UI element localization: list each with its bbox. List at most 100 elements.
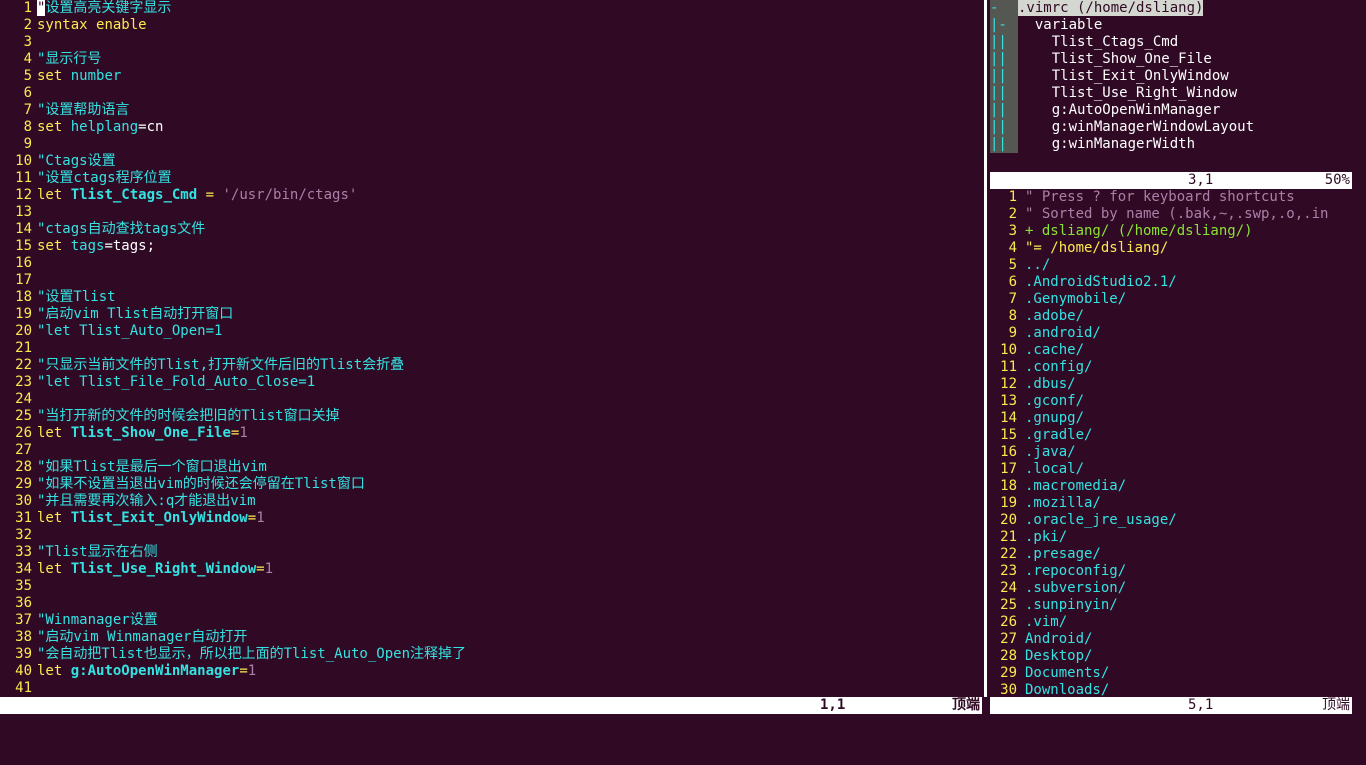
- code-line[interactable]: 14 "ctags自动查找tags文件: [0, 221, 205, 238]
- taglist-item[interactable]: || g:winManagerWidth: [990, 136, 1195, 153]
- filelist-item[interactable]: 11 .config/: [990, 359, 1092, 376]
- filelist-item[interactable]: 3 + dsliang/ (/home/dsliang/): [990, 223, 1253, 240]
- code-line[interactable]: 7 "设置帮助语言: [0, 102, 130, 119]
- filelist-item[interactable]: 30 Downloads/: [990, 682, 1109, 697]
- taglist-item[interactable]: || Tlist_Ctags_Cmd: [990, 34, 1178, 51]
- code-line[interactable]: 2 syntax enable: [0, 17, 147, 34]
- code-line[interactable]: 6: [0, 85, 37, 102]
- code-token: "Tlist显示在右侧: [37, 544, 158, 560]
- taglist-item-label: Tlist_Ctags_Cmd: [1018, 34, 1179, 50]
- filelist-item[interactable]: 5 ../: [990, 257, 1051, 274]
- code-line[interactable]: 35: [0, 578, 37, 595]
- code-line[interactable]: 39 "会自动把Tlist也显示，所以把上面的Tlist_Auto_Open注释掉…: [0, 646, 466, 663]
- filelist-item[interactable]: 1 " Press ? for keyboard shortcuts: [990, 189, 1295, 206]
- taglist-item[interactable]: || g:winManagerWindowLayout: [990, 119, 1254, 136]
- code-line[interactable]: 5 set number: [0, 68, 122, 85]
- filelist-item[interactable]: 16 .java/: [990, 444, 1075, 461]
- line-number: 31: [15, 510, 32, 526]
- line-number: 5: [23, 68, 32, 84]
- filelist-item[interactable]: 23 .repoconfig/: [990, 563, 1126, 580]
- code-line[interactable]: 16: [0, 255, 37, 272]
- filelist-item[interactable]: 25 .sunpinyin/: [990, 597, 1118, 614]
- line-number: 41: [15, 680, 32, 696]
- code-line[interactable]: 18 "设置Tlist: [0, 289, 115, 306]
- line-number: 30: [15, 493, 32, 509]
- filelist-item[interactable]: 24 .subversion/: [990, 580, 1126, 597]
- line-number: 32: [15, 527, 32, 543]
- filelist-item[interactable]: 10 .cache/: [990, 342, 1084, 359]
- filelist-item[interactable]: 6 .AndroidStudio2.1/: [990, 274, 1177, 291]
- code-line[interactable]: 40 let g:AutoOpenWinManager=1: [0, 663, 256, 680]
- code-line[interactable]: 37 "Winmanager设置: [0, 612, 158, 629]
- code-line[interactable]: 21: [0, 340, 37, 357]
- code-line[interactable]: 36: [0, 595, 37, 612]
- code-line[interactable]: 23 "let Tlist_File_Fold_Auto_Close=1: [0, 374, 315, 391]
- filelist-item[interactable]: 7 .Genymobile/: [990, 291, 1127, 308]
- code-line[interactable]: 31 let Tlist_Exit_OnlyWindow=1: [0, 510, 264, 527]
- filelist-item[interactable]: 22 .presage/: [990, 546, 1101, 563]
- code-line[interactable]: 32: [0, 527, 37, 544]
- taglist-item[interactable]: || Tlist_Show_One_File: [990, 51, 1212, 68]
- code-line[interactable]: 15 set tags=tags;: [0, 238, 155, 255]
- filelist-item[interactable]: 29 Documents/: [990, 665, 1109, 682]
- code-line[interactable]: 8 set helplang=cn: [0, 119, 164, 136]
- command-line[interactable]: [0, 714, 1366, 744]
- code-line[interactable]: 4 "显示行号: [0, 51, 102, 68]
- code-line[interactable]: 25 "当打开新的文件的时候会把旧的Tlist窗口关掉: [0, 408, 339, 425]
- filelist-item-label: .AndroidStudio2.1/: [1025, 274, 1177, 290]
- vertical-split-divider[interactable]: [982, 0, 990, 697]
- code-line[interactable]: 24: [0, 391, 37, 408]
- code-token: Tlist_Ctags_Cmd: [70, 187, 198, 203]
- taglist-item[interactable]: || g:AutoOpenWinManager: [990, 102, 1220, 119]
- code-line[interactable]: 29 "如果不设置当退出vim的时候还会停留在Tlist窗口: [0, 476, 365, 493]
- code-line[interactable]: 13: [0, 204, 37, 221]
- filelist-item[interactable]: 19 .mozilla/: [990, 495, 1101, 512]
- filelist-item[interactable]: 15 .gradle/: [990, 427, 1092, 444]
- code-line[interactable]: 12 let Tlist_Ctags_Cmd = '/usr/bin/ctags': [0, 187, 357, 204]
- code-line[interactable]: 28 "如果Tlist是最后一个窗口退出vim: [0, 459, 267, 476]
- code-line[interactable]: 34 let Tlist_Use_Right_Window=1: [0, 561, 273, 578]
- taglist-pane[interactable]: - .vimrc (/home/dsliang) |- variable || Tl…: [990, 0, 1366, 172]
- fold-column: ||: [990, 119, 1018, 136]
- code-line[interactable]: 33 "Tlist显示在右侧: [0, 544, 158, 561]
- code-line[interactable]: 20 "let Tlist_Auto_Open=1: [0, 323, 222, 340]
- code-line[interactable]: 3: [0, 34, 37, 51]
- taglist-item[interactable]: || Tlist_Exit_OnlyWindow: [990, 68, 1229, 85]
- code-line[interactable]: 9: [0, 136, 37, 153]
- editor-pane-vimrc[interactable]: 1 "设置高亮关键字显示 2 syntax enable 3 4 "显示行号 5 set num…: [0, 0, 982, 697]
- code-line[interactable]: 10 "Ctags设置: [0, 153, 115, 170]
- filelist-item[interactable]: 18 .macromedia/: [990, 478, 1126, 495]
- filelist-item[interactable]: 20 .oracle_jre_usage/: [990, 512, 1177, 529]
- filelist-statusline: [File List] 5,1 顶端: [990, 697, 1352, 730]
- code-line[interactable]: 22 "只显示当前文件的Tlist,打开新文件后旧的Tlist会折叠: [0, 357, 404, 374]
- code-line[interactable]: 41: [0, 680, 37, 697]
- filelist-item[interactable]: 21 .pki/: [990, 529, 1067, 546]
- line-number: 10: [15, 153, 32, 169]
- filelist-item[interactable]: 26 .vim/: [990, 614, 1067, 631]
- filelist-item[interactable]: 8 .adobe/: [990, 308, 1084, 325]
- filelist-item-label: .gnupg/: [1025, 410, 1085, 426]
- taglist-item[interactable]: - .vimrc (/home/dsliang): [990, 0, 1204, 17]
- filelist-item[interactable]: 12 .dbus/: [990, 376, 1075, 393]
- filelist-item[interactable]: 14 .gnupg/: [990, 410, 1084, 427]
- taglist-item[interactable]: || Tlist_Use_Right_Window: [990, 85, 1237, 102]
- filelist-pane[interactable]: 1 " Press ? for keyboard shortcuts 2 " Sort…: [990, 189, 1366, 697]
- code-line[interactable]: 30 "并且需要再次输入:q才能退出vim: [0, 493, 255, 510]
- code-line[interactable]: 38 "启动vim Winmanager自动打开: [0, 629, 247, 646]
- line-number: 29: [1000, 665, 1017, 681]
- filelist-item[interactable]: 2 " Sorted by name (.bak,~,.swp,.o,.in: [990, 206, 1329, 223]
- taglist-item[interactable]: |- variable: [990, 17, 1102, 34]
- filelist-item[interactable]: 28 Desktop/: [990, 648, 1092, 665]
- filelist-item[interactable]: 9 .android/: [990, 325, 1101, 342]
- filelist-item[interactable]: 27 Android/: [990, 631, 1092, 648]
- filelist-item[interactable]: 4 "= /home/dsliang/: [990, 240, 1169, 257]
- code-line[interactable]: 26 let Tlist_Show_One_File=1: [0, 425, 248, 442]
- code-line[interactable]: 19 "启动vim Tlist自动打开窗口: [0, 306, 233, 323]
- code-line[interactable]: 17: [0, 272, 37, 289]
- code-line[interactable]: 27: [0, 442, 37, 459]
- filelist-item[interactable]: 17 .local/: [990, 461, 1084, 478]
- code-line[interactable]: 1 "设置高亮关键字显示: [0, 0, 171, 17]
- code-line[interactable]: 11 "设置ctags程序位置: [0, 170, 171, 187]
- filelist-item[interactable]: 13 .gconf/: [990, 393, 1084, 410]
